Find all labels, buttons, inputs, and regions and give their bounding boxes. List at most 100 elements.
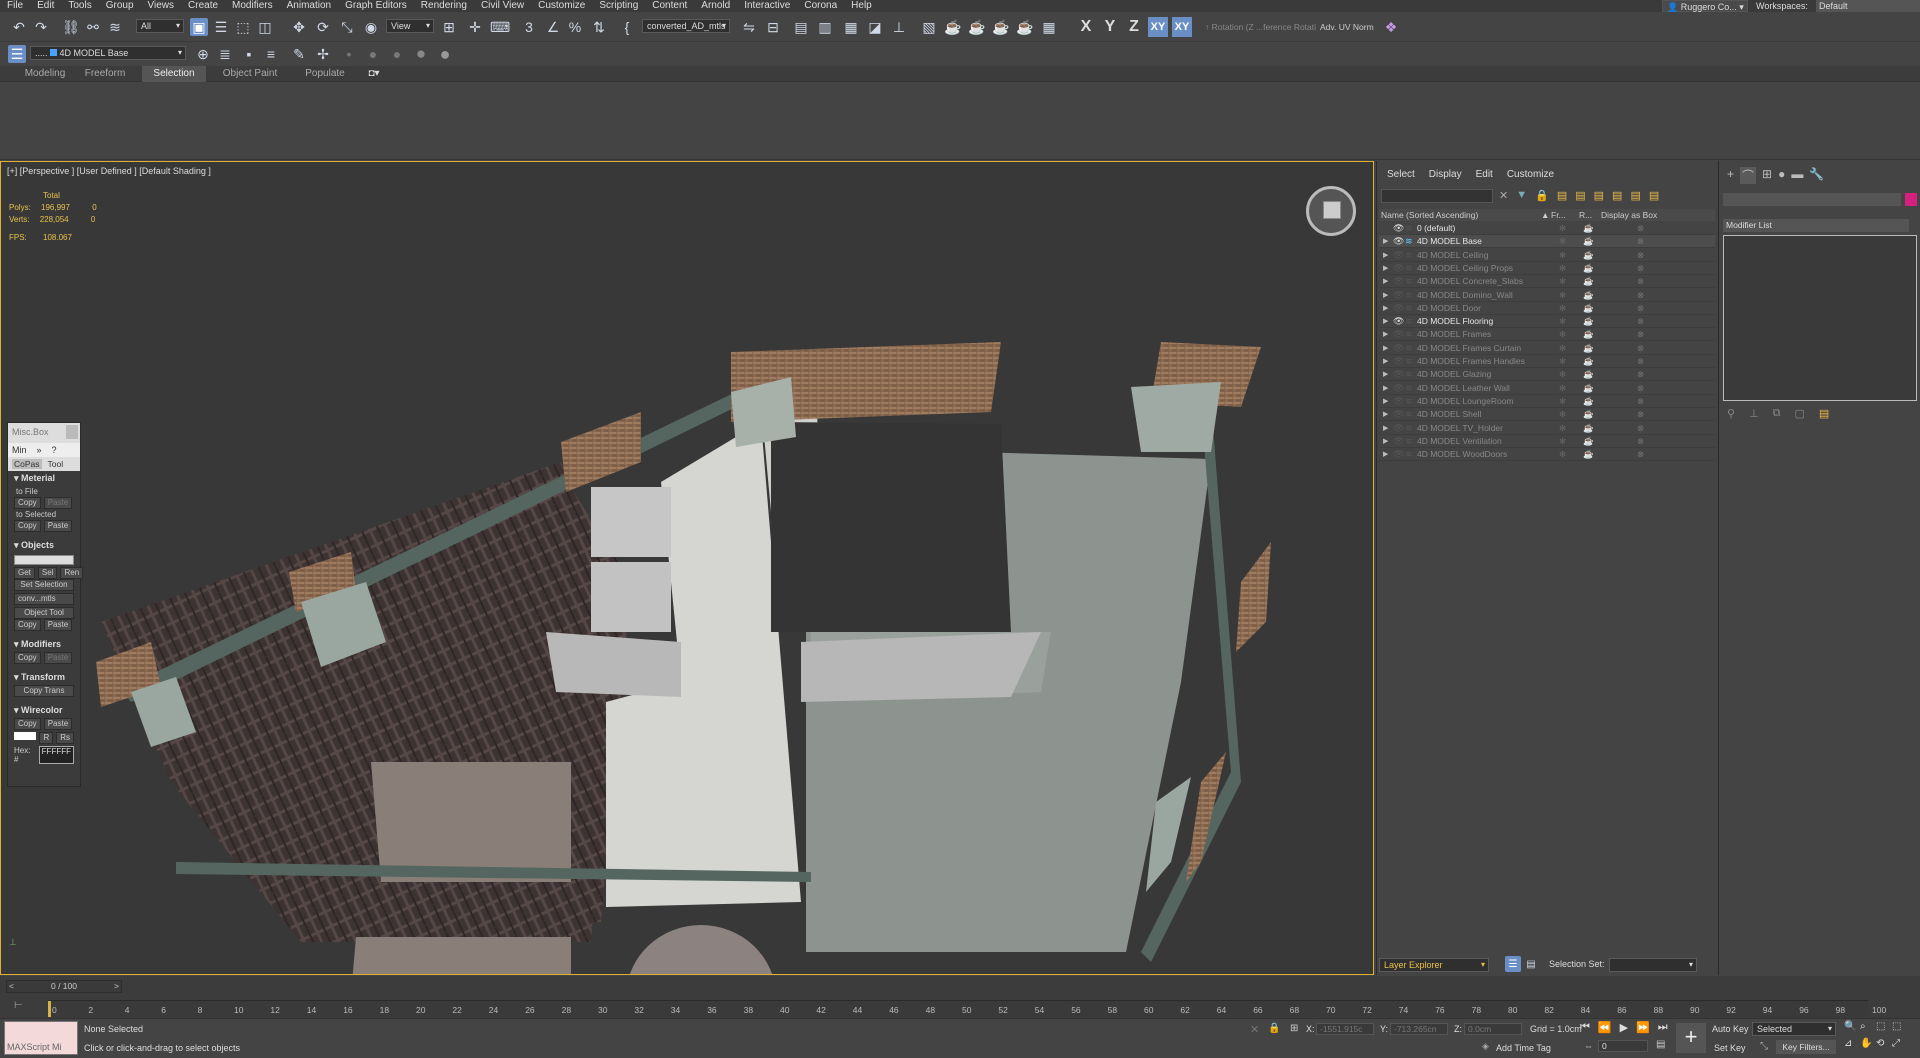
curve-editor-icon[interactable]: ⊥: [890, 18, 908, 36]
layer-options-icon[interactable]: ≡: [262, 45, 280, 63]
display-as-box-icon[interactable]: ⊗: [1637, 382, 1644, 395]
layer-row[interactable]: ▶ 👁 ≋ 4D MODEL Ceiling ✻ ☕ ⊗: [1379, 249, 1715, 262]
x-coord-field[interactable]: -1551.915c: [1316, 1023, 1374, 1035]
percent-snap-icon[interactable]: %: [566, 18, 584, 36]
renderable-icon[interactable]: ☕: [1583, 342, 1594, 355]
viewcube-compass[interactable]: [1306, 186, 1356, 236]
layer-row[interactable]: ▶ 👁 ≋ 4D MODEL Flooring ✻ ☕ ⊗: [1379, 315, 1715, 329]
misc-box-close-icon[interactable]: [66, 425, 78, 439]
freeze-icon[interactable]: ✻: [1559, 222, 1566, 235]
renderable-icon[interactable]: ☕: [1583, 235, 1594, 248]
freeze-icon[interactable]: ✻: [1559, 249, 1566, 262]
render-frame-icon[interactable]: ☕: [944, 18, 962, 36]
timeline-ruler[interactable]: 0 2 4 6 8 10 12 14 16 18 20 22 24 26 28 30 32 34 36 38 40 42 4…: [48, 1000, 1886, 1017]
zoom-extents-icon[interactable]: ⬚: [1876, 1021, 1892, 1032]
pan-icon[interactable]: ✋: [1860, 1038, 1876, 1049]
selection-set-dropdown[interactable]: [1609, 958, 1697, 972]
renderable-icon[interactable]: ☕: [1583, 355, 1594, 368]
r-button[interactable]: R: [39, 732, 54, 744]
display-as-box-icon[interactable]: ⊗: [1637, 249, 1644, 262]
angle-snap-icon[interactable]: ∠: [544, 18, 562, 36]
expand-arrow-icon[interactable]: ▶: [1383, 422, 1388, 435]
menu-graph-editors[interactable]: Graph Editors: [338, 0, 414, 12]
freeze-icon[interactable]: ✻: [1559, 368, 1566, 381]
objects-copy-button[interactable]: Copy: [14, 619, 41, 631]
visibility-eye-icon[interactable]: 👁: [1393, 408, 1404, 421]
menu-modifiers[interactable]: Modifiers: [225, 0, 280, 12]
help-button[interactable]: ?: [52, 445, 57, 455]
sort-layers-icon[interactable]: ▤: [1612, 189, 1622, 202]
configure-modifier-sets-icon[interactable]: ▤: [1819, 407, 1829, 420]
select-by-name-icon[interactable]: ☰: [212, 18, 230, 36]
display-as-box-icon[interactable]: ⊗: [1637, 289, 1644, 302]
time-config-icon[interactable]: ▤: [1656, 1039, 1665, 1050]
user-account-dropdown[interactable]: 👤 Ruggero Co... ▾: [1662, 0, 1748, 12]
modify-tab-icon[interactable]: ⌒: [1740, 167, 1757, 184]
timeline-curve-icon[interactable]: ⊢: [14, 1000, 23, 1011]
tab-freeform[interactable]: Freeform: [76, 66, 134, 82]
freeze-icon[interactable]: ✻: [1559, 328, 1566, 341]
expand-arrow-icon[interactable]: ▶: [1383, 328, 1388, 341]
menu-customize[interactable]: Customize: [531, 0, 592, 12]
menu-edit[interactable]: Edit: [1476, 169, 1493, 180]
menu-civil-view[interactable]: Civil View: [474, 0, 531, 12]
object-color-swatch[interactable]: [1905, 193, 1917, 206]
visibility-eye-icon[interactable]: 👁: [1393, 302, 1404, 315]
renderable-icon[interactable]: ☕: [1583, 422, 1594, 435]
snaps-toggle-icon[interactable]: 3: [520, 18, 538, 36]
sphere-small-icon[interactable]: ●: [364, 45, 382, 63]
renderable-icon[interactable]: ☕: [1583, 435, 1594, 448]
fov-icon[interactable]: ⊿: [1844, 1038, 1860, 1049]
key-tangent-icon[interactable]: ⤡: [1760, 1041, 1768, 1052]
sphere-medium-icon[interactable]: ●: [388, 45, 406, 63]
ribbon-options-icon[interactable]: ◘▾: [362, 66, 386, 82]
menu-content[interactable]: Content: [645, 0, 694, 12]
visibility-eye-icon[interactable]: 👁: [1393, 382, 1404, 395]
expand-arrow-icon[interactable]: ▶: [1383, 408, 1388, 421]
menu-customize[interactable]: Customize: [1507, 169, 1554, 180]
renderable-icon[interactable]: ☕: [1583, 315, 1594, 328]
select-object-icon[interactable]: ▣: [190, 18, 208, 36]
render-iterative-icon[interactable]: ☕: [992, 18, 1010, 36]
maximize-viewport-icon[interactable]: ⤢: [1892, 1038, 1908, 1049]
objects-paste-button[interactable]: Paste: [43, 619, 73, 631]
render-activeshade-icon[interactable]: ☕: [1016, 18, 1034, 36]
visibility-eye-icon[interactable]: 👁: [1393, 289, 1404, 302]
layer-stack-icon[interactable]: ≣: [216, 45, 234, 63]
layer-row[interactable]: ▶ 👁 ≋ 4D MODEL Leather Wall ✻ ☕ ⊗: [1379, 382, 1715, 395]
menu-rendering[interactable]: Rendering: [414, 0, 474, 12]
menu-animation[interactable]: Animation: [280, 0, 338, 12]
expand-button[interactable]: »: [37, 445, 42, 455]
tab-selection[interactable]: Selection: [142, 66, 206, 82]
show-end-result-icon[interactable]: ⊥: [1749, 407, 1759, 420]
minimize-button[interactable]: Min: [12, 445, 27, 455]
freeze-icon[interactable]: ✻: [1559, 355, 1566, 368]
xy-plane-constraint[interactable]: XY: [1148, 17, 1168, 37]
renderable-icon[interactable]: ☕: [1583, 382, 1594, 395]
visibility-eye-icon[interactable]: 👁: [1393, 342, 1404, 355]
viewcube-icon[interactable]: [1323, 201, 1341, 219]
layer-mode-icon[interactable]: ☰: [1505, 956, 1521, 972]
layer-row[interactable]: ▶ 👁 ≋ 4D MODEL Ventilation ✻ ☕ ⊗: [1379, 435, 1715, 448]
render-in-cloud-icon[interactable]: ▦: [1040, 18, 1058, 36]
display-as-box-icon[interactable]: ⊗: [1637, 355, 1644, 368]
freeze-icon[interactable]: ✻: [1559, 262, 1566, 275]
visibility-eye-icon[interactable]: 👁: [1393, 222, 1404, 235]
visibility-eye-icon[interactable]: 👁: [1393, 395, 1404, 408]
key-filters-button[interactable]: Key Filters...: [1776, 1040, 1836, 1054]
menu-select[interactable]: Select: [1387, 169, 1415, 180]
freeze-icon[interactable]: ✻: [1559, 395, 1566, 408]
display-as-box-icon[interactable]: ⊗: [1637, 222, 1644, 235]
freeze-icon[interactable]: ✻: [1559, 382, 1566, 395]
filter-icon[interactable]: ▼: [1516, 189, 1527, 202]
unlink-icon[interactable]: ⚯: [84, 18, 102, 36]
modifier-list-dropdown[interactable]: Modifier List: [1723, 219, 1909, 232]
tab-copas[interactable]: CoPas: [12, 459, 42, 469]
time-slider[interactable]: <0 / 100 >: [6, 980, 122, 993]
new-layer-icon[interactable]: ▤: [1557, 189, 1567, 202]
layer-manager-icon[interactable]: ▤: [792, 18, 810, 36]
x-axis-constraint[interactable]: X: [1076, 17, 1096, 37]
layer-row[interactable]: ▶ 👁 ≋ 4D MODEL Base ✻ ☕ ⊗: [1379, 235, 1715, 249]
copy-trans-button[interactable]: Copy Trans: [14, 685, 74, 697]
visibility-eye-icon[interactable]: 👁: [1393, 235, 1404, 248]
